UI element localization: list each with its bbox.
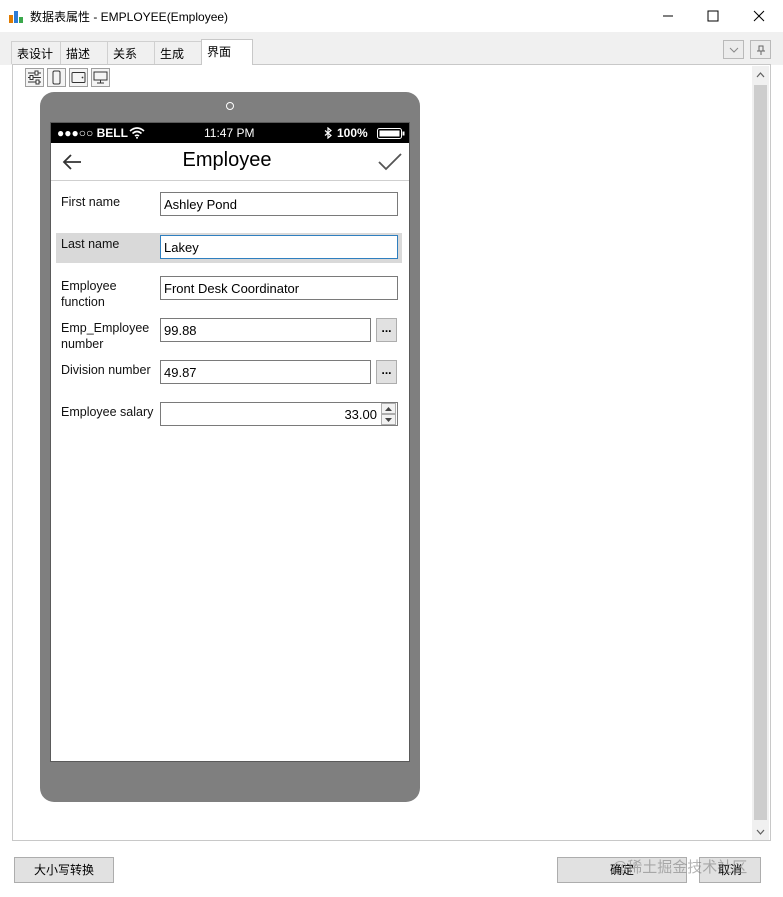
window-titlebar: 数据表属性 - EMPLOYEE(Employee) (0, 0, 783, 32)
field-label: Division number (61, 363, 151, 377)
tablet-view-button[interactable] (69, 68, 88, 87)
tab-interface[interactable]: 界面 (201, 39, 253, 65)
tab-strip: 表设计 描述 关系 生成 界面 (0, 32, 783, 65)
division-number-input[interactable]: 49.87 (160, 360, 371, 384)
field-row-last-name: Last name Lakey (56, 233, 402, 263)
emp-employee-number-input[interactable]: 99.88 (160, 318, 371, 342)
phone-screen: ●●●○○ BELL 11:47 PM 100% Employee First (50, 122, 410, 762)
maximize-icon (707, 10, 719, 22)
carrier-signal: ●●●○○ BELL (57, 126, 128, 140)
watermark: @稀土掘金技术社区 (612, 859, 748, 876)
scroll-up-arrow-icon[interactable] (752, 66, 769, 83)
lookup-button[interactable]: ... (376, 360, 397, 384)
spin-down-icon[interactable] (381, 414, 396, 425)
battery-percent: 100% (337, 126, 368, 140)
chevron-down-icon (729, 47, 738, 53)
employee-salary-input[interactable]: 33.00 (160, 402, 398, 426)
tab-dropdown-button[interactable] (723, 40, 744, 59)
minimize-button[interactable] (645, 0, 691, 32)
tab-table-design[interactable]: 表设计 (11, 41, 61, 64)
checkmark-icon[interactable] (378, 152, 402, 172)
phone-camera (226, 102, 234, 110)
layout-settings-button[interactable] (25, 68, 44, 87)
field-row-emp-employee-number: Emp_Employee number 99.88 ... (56, 318, 402, 354)
field-row-first-name: First name Ashley Pond (56, 192, 402, 222)
spin-up-icon[interactable] (381, 403, 396, 414)
phone-nav-bar: Employee (51, 143, 409, 181)
battery-icon (377, 128, 405, 139)
close-button[interactable] (736, 0, 782, 32)
phone-status-bar: ●●●○○ BELL 11:47 PM 100% (51, 123, 409, 143)
field-label: Last name (61, 237, 120, 251)
last-name-input[interactable]: Lakey (160, 235, 398, 259)
tablet-icon (71, 72, 86, 83)
field-row-employee-function: Employee function Front Desk Coordinator (56, 276, 402, 312)
desktop-icon (93, 71, 108, 84)
vertical-scrollbar[interactable] (752, 66, 769, 840)
employee-function-input[interactable]: Front Desk Coordinator (160, 276, 398, 300)
first-name-input[interactable]: Ashley Pond (160, 192, 398, 216)
close-icon (753, 10, 765, 22)
scrollbar-thumb[interactable] (754, 85, 767, 820)
screen-title: Employee (182, 149, 272, 171)
maximize-button[interactable] (690, 0, 736, 32)
field-row-employee-salary: Employee salary 33.00 (56, 402, 402, 432)
wifi-icon (129, 127, 145, 139)
field-label: Employee function (61, 279, 117, 309)
window-title: 数据表属性 - EMPLOYEE(Employee) (30, 10, 229, 24)
field-label: Emp_Employee number (61, 321, 150, 351)
field-row-division-number: Division number 49.87 ... (56, 360, 402, 390)
lookup-button[interactable]: ... (376, 318, 397, 342)
scroll-down-arrow-icon[interactable] (752, 823, 769, 840)
tab-relations[interactable]: 关系 (107, 41, 155, 64)
bluetooth-icon (324, 127, 332, 139)
minimize-icon (663, 15, 673, 17)
desktop-view-button[interactable] (91, 68, 110, 87)
app-icon (9, 9, 23, 23)
case-convert-button[interactable]: 大小写转换 (14, 857, 114, 883)
salary-spinner[interactable] (381, 402, 397, 426)
phone-icon (52, 70, 61, 85)
status-time: 11:47 PM (204, 126, 255, 140)
field-label: Employee salary (61, 405, 154, 419)
tab-description[interactable]: 描述 (60, 41, 108, 64)
pin-icon (756, 45, 765, 55)
field-label: First name (61, 195, 121, 209)
pin-button[interactable] (750, 40, 771, 59)
tab-generate[interactable]: 生成 (154, 41, 202, 64)
phone-view-button[interactable] (47, 68, 66, 87)
settings-sliders-icon (28, 70, 41, 85)
